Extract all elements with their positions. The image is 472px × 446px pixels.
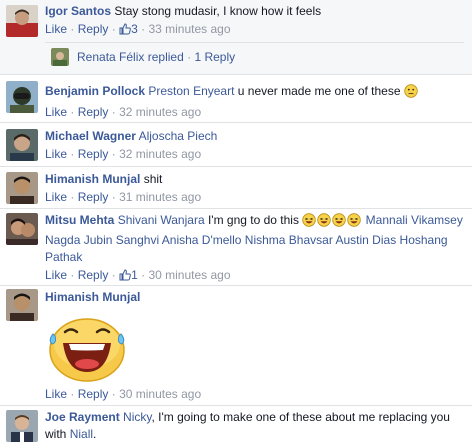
reply-button[interactable]: Reply — [78, 22, 109, 36]
avatar[interactable] — [6, 289, 38, 321]
reply-button[interactable]: Reply — [78, 105, 109, 119]
like-count[interactable]: 3 — [119, 22, 138, 36]
reply-button[interactable]: Reply — [78, 268, 109, 282]
thumbs-up-icon — [119, 23, 131, 40]
comment-2: Benjamin Pollock Preston Enyeart u never… — [0, 75, 472, 122]
avatar[interactable] — [6, 5, 38, 37]
like-button[interactable]: Like — [45, 268, 67, 282]
comment-actions: Like · Reply · 30 minutes ago — [45, 386, 464, 403]
avatar[interactable] — [6, 129, 38, 161]
comment-actions: Like · Reply · 1 · 30 minutes ago — [45, 267, 464, 286]
timestamp[interactable]: 32 minutes ago — [119, 105, 201, 119]
comment-4: Himanish Munjal shit Like · Reply · 31 m… — [0, 167, 472, 208]
tagged-user[interactable]: Austin Dias — [336, 233, 397, 247]
comment-actions: Like · Reply · 32 minutes ago — [45, 146, 464, 163]
separator: · — [111, 190, 116, 204]
separator: · — [70, 387, 75, 401]
comment-actions: Like · Reply · 32 minutes ago — [45, 104, 464, 121]
separator: · — [70, 105, 75, 119]
separator: · — [111, 147, 116, 161]
separator: · — [111, 105, 116, 119]
reply-button[interactable]: Reply — [78, 190, 109, 204]
like-button[interactable]: Like — [45, 147, 67, 161]
commenter-name[interactable]: Michael Wagner — [45, 129, 136, 143]
avatar — [51, 48, 69, 66]
comment-actions: Like · Reply · 31 minutes ago — [45, 189, 464, 206]
like-count[interactable]: 1 — [119, 268, 138, 282]
avatar[interactable] — [6, 410, 38, 442]
timestamp[interactable]: 30 minutes ago — [119, 387, 201, 401]
comment-text-end: . — [93, 427, 97, 441]
laughing-face-icon — [317, 213, 332, 232]
separator: · — [111, 268, 116, 282]
comment-feed: Igor Santos Stay stong mudasir, I know h… — [0, 0, 472, 446]
separator: · — [70, 190, 75, 204]
separator: · — [70, 22, 75, 36]
tagged-user[interactable]: Aljoscha Piech — [139, 129, 218, 143]
comment-actions: Like · Reply · 3 · 33 minutes ago — [45, 21, 464, 40]
comment-text: I'm gng to do this — [207, 213, 299, 227]
confused-face-icon — [404, 84, 418, 103]
separator: · — [70, 268, 75, 282]
reply-count[interactable]: 1 Reply — [194, 50, 235, 64]
tagged-user[interactable]: Niall — [70, 427, 93, 441]
commenter-name[interactable]: Mitsu Mehta — [45, 213, 114, 227]
comment-7: Joe Rayment Nicky, I'm going to make one… — [0, 406, 472, 446]
tagged-user[interactable]: Nishma Bhavsar — [245, 233, 333, 247]
separator: · — [141, 268, 146, 282]
tagged-user[interactable]: Preston Enyeart — [148, 84, 234, 98]
like-button[interactable]: Like — [45, 105, 67, 119]
tagged-user[interactable]: Shivani Wanjara — [118, 213, 205, 227]
avatar[interactable] — [6, 81, 38, 113]
timestamp[interactable]: 32 minutes ago — [119, 147, 201, 161]
comment-5: Mitsu Mehta Shivani Wanjara I'm gng to d… — [0, 209, 472, 285]
commenter-name[interactable]: Igor Santos — [45, 4, 111, 18]
laughing-face-icon — [347, 213, 362, 232]
laughing-face-icon — [332, 213, 347, 232]
timestamp[interactable]: 30 minutes ago — [148, 268, 230, 282]
commenter-name[interactable]: Benjamin Pollock — [45, 84, 145, 98]
timestamp[interactable]: 31 minutes ago — [119, 190, 201, 204]
tagged-user[interactable]: Nicky — [123, 410, 151, 424]
tears-of-joy-sticker — [45, 310, 129, 384]
thumbs-up-icon — [119, 269, 131, 286]
separator: · — [111, 387, 116, 401]
like-button[interactable]: Like — [45, 387, 67, 401]
like-button[interactable]: Like — [45, 190, 67, 204]
commenter-name[interactable]: Himanish Munjal — [45, 290, 140, 304]
comment-3: Michael Wagner Aljoscha Piech Like · Rep… — [0, 123, 472, 166]
comment-text: Stay stong mudasir, I know how it feels — [114, 4, 322, 18]
like-button[interactable]: Like — [45, 22, 67, 36]
tagged-user[interactable]: Jubin Sanghvi — [84, 233, 159, 247]
avatar[interactable] — [6, 172, 38, 204]
comment-text: shit — [143, 172, 163, 186]
separator: · — [111, 22, 116, 36]
comment-6: Himanish Munjal Like · Reply · 30 minute… — [0, 286, 472, 405]
comment-text: u never made me one of these — [237, 84, 401, 98]
replies-summary[interactable]: Renata Félix replied · 1 Reply — [45, 42, 464, 71]
comment-1: Igor Santos Stay stong mudasir, I know h… — [0, 0, 472, 74]
separator: · — [141, 22, 146, 36]
avatar[interactable] — [6, 213, 38, 245]
commenter-name[interactable]: Joe Rayment — [45, 410, 120, 424]
replied-label[interactable]: replied — [148, 50, 184, 64]
separator: · — [187, 50, 192, 64]
laughing-face-icon — [302, 213, 317, 232]
reply-author[interactable]: Renata Félix — [77, 50, 144, 64]
separator: · — [70, 147, 75, 161]
tagged-user[interactable]: Anisha D'mello — [162, 233, 242, 247]
reply-button[interactable]: Reply — [78, 387, 109, 401]
reply-button[interactable]: Reply — [78, 147, 109, 161]
commenter-name[interactable]: Himanish Munjal — [45, 172, 140, 186]
timestamp[interactable]: 33 minutes ago — [148, 22, 230, 36]
